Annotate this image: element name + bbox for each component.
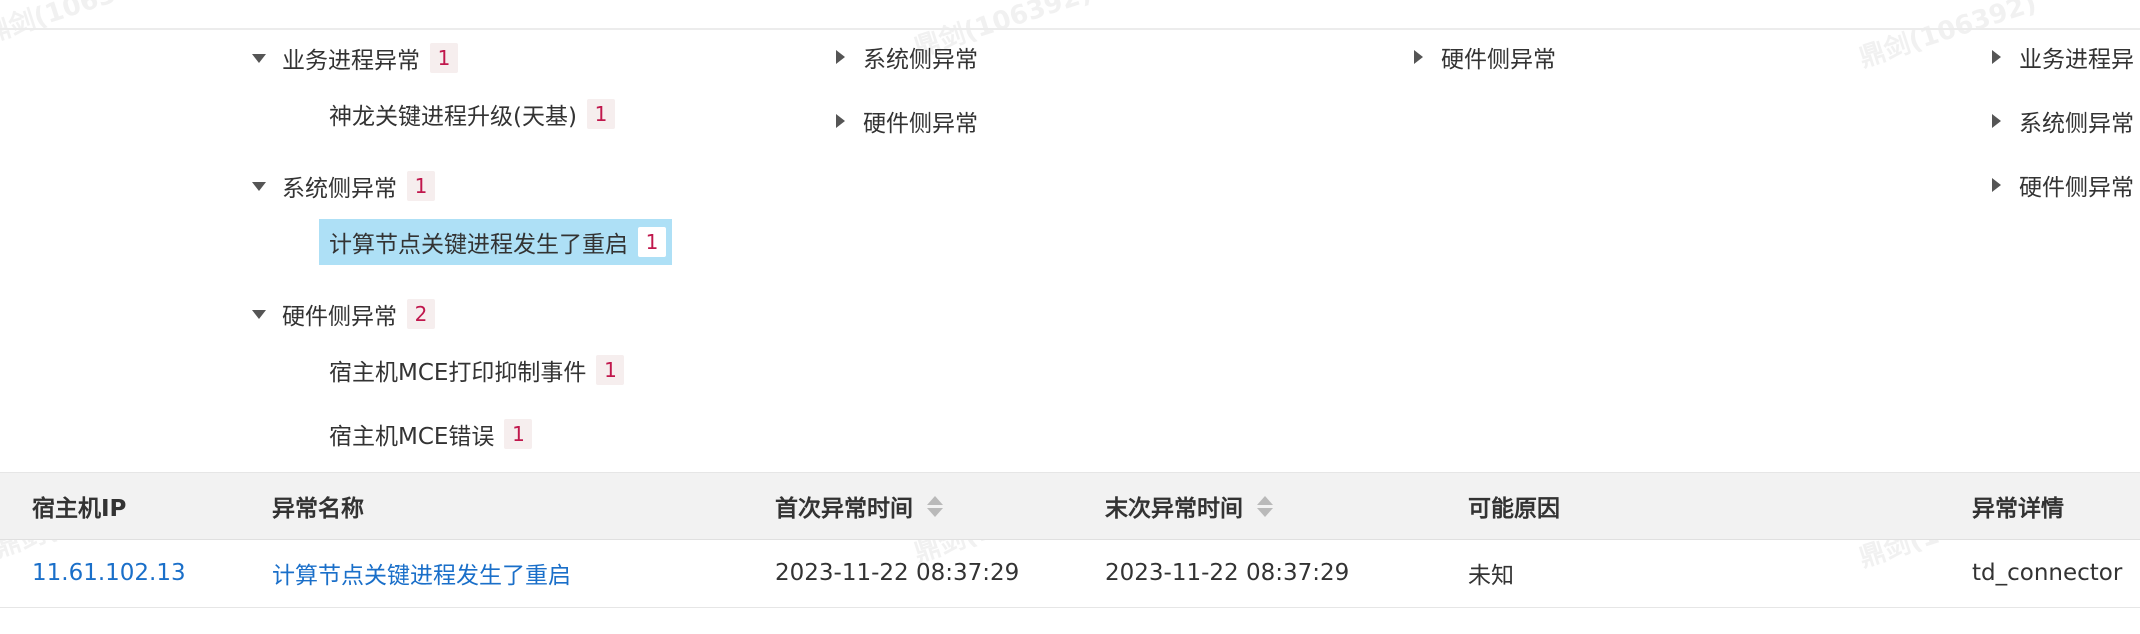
tree-node-system-side[interactable]: 系统侧异常 1 xyxy=(248,165,435,207)
count-badge: 1 xyxy=(586,99,615,129)
column-header-label: 末次异常时间 xyxy=(1105,496,1243,522)
exception-table: 宿主机IP 异常名称 首次异常时间 末次异常时间 可能原因 异常详情 11.61… xyxy=(0,472,2140,634)
caret-right-icon[interactable] xyxy=(1985,46,2007,68)
sort-icon[interactable] xyxy=(1257,495,1273,517)
caret-right-icon[interactable] xyxy=(829,46,851,68)
column-header-label: 异常详情 xyxy=(1972,496,2064,522)
caret-right-icon[interactable] xyxy=(1985,110,2007,132)
column-header-label: 首次异常时间 xyxy=(775,496,913,522)
column-header-detail: 异常详情 xyxy=(1972,473,2064,539)
tree-node-system-side[interactable]: 系统侧异常 xyxy=(829,36,978,78)
column-header-ip: 宿主机IP xyxy=(32,473,126,539)
tree-node-label: 系统侧异常 xyxy=(282,176,397,202)
caret-down-icon[interactable] xyxy=(248,303,270,325)
last-exception-time: 2023-11-22 08:37:29 xyxy=(1105,560,1350,586)
tree-node-system-side[interactable]: 系统侧异常 xyxy=(1985,100,2134,142)
tree-leaf-mce-error[interactable]: 宿主机MCE错误 1 xyxy=(329,413,533,455)
tree-node-label: 业务进程异常 xyxy=(282,48,420,74)
exception-tree: 业务进程异常 1 神龙关键进程升级(天基) 1 系统侧异常 1 计算节点关键进程… xyxy=(0,0,2140,470)
tree-node-label: 硬件侧异常 xyxy=(863,111,978,137)
host-ip-link[interactable]: 11.61.102.13 xyxy=(32,540,186,606)
tree-node-label: 系统侧异常 xyxy=(2019,111,2134,137)
column-header-last-time[interactable]: 末次异常时间 xyxy=(1105,473,1273,539)
tree-node-label: 硬件侧异常 xyxy=(2019,175,2134,201)
column-header-reason: 可能原因 xyxy=(1468,473,1560,539)
column-header-name: 异常名称 xyxy=(272,473,364,539)
tree-node-hardware-side[interactable]: 硬件侧异常 xyxy=(829,100,978,142)
caret-down-icon[interactable] xyxy=(248,47,270,69)
caret-right-icon[interactable] xyxy=(1985,174,2007,196)
column-header-first-time[interactable]: 首次异常时间 xyxy=(775,473,943,539)
column-header-label: 异常名称 xyxy=(272,496,364,522)
count-badge: 1 xyxy=(407,171,435,201)
tree-node-label: 系统侧异常 xyxy=(863,47,978,73)
exception-name-link[interactable]: 计算节点关键进程发生了重启 xyxy=(272,540,571,606)
count-badge: 2 xyxy=(407,299,435,329)
tree-node-label: 神龙关键进程升级(天基) xyxy=(329,104,577,130)
tree-node-label: 宿主机MCE错误 xyxy=(329,424,495,450)
column-header-label: 可能原因 xyxy=(1468,496,1560,522)
table-header: 宿主机IP 异常名称 首次异常时间 末次异常时间 可能原因 异常详情 xyxy=(0,472,2140,540)
table-row: 11.61.102.13 计算节点关键进程发生了重启 2023-11-22 08… xyxy=(0,540,2140,608)
count-badge: 1 xyxy=(596,355,625,385)
tree-node-label: 计算节点关键进程发生了重启 xyxy=(329,232,628,258)
tree-node-hardware-side[interactable]: 硬件侧异常 2 xyxy=(248,293,435,335)
tree-node-label: 业务进程异 xyxy=(2019,47,2134,73)
tree-node-label: 硬件侧异常 xyxy=(282,304,397,330)
count-badge: 1 xyxy=(638,227,666,257)
tree-node-business-process[interactable]: 业务进程异 xyxy=(1985,36,2134,78)
tree-node-hardware-side[interactable]: 硬件侧异常 xyxy=(1407,36,1556,78)
caret-right-icon[interactable] xyxy=(1407,46,1429,68)
tree-leaf-compute-node-restart[interactable]: 计算节点关键进程发生了重启 1 xyxy=(319,219,672,265)
tree-node-label: 硬件侧异常 xyxy=(1441,47,1556,73)
column-header-label: 宿主机IP xyxy=(32,496,127,522)
first-exception-time: 2023-11-22 08:37:29 xyxy=(775,560,1020,586)
exception-panel: 鼎剑(106392) 鼎剑(106392) 鼎剑(106392) 鼎剑(1063… xyxy=(0,0,2140,634)
tree-node-label: 宿主机MCE打印抑制事件 xyxy=(329,360,587,386)
sort-icon[interactable] xyxy=(927,495,943,517)
tree-node-hardware-side[interactable]: 硬件侧异常 xyxy=(1985,164,2134,206)
tree-leaf-shenlong-upgrade[interactable]: 神龙关键进程升级(天基) 1 xyxy=(329,93,615,135)
possible-reason: 未知 xyxy=(1468,563,1514,589)
tree-node-business-process[interactable]: 业务进程异常 1 xyxy=(248,37,458,79)
count-badge: 1 xyxy=(430,43,458,73)
exception-detail: td_connector xyxy=(1972,560,2123,586)
caret-down-icon[interactable] xyxy=(248,175,270,197)
count-badge: 1 xyxy=(504,419,533,449)
caret-right-icon[interactable] xyxy=(829,110,851,132)
tree-leaf-mce-suppress[interactable]: 宿主机MCE打印抑制事件 1 xyxy=(329,349,625,391)
